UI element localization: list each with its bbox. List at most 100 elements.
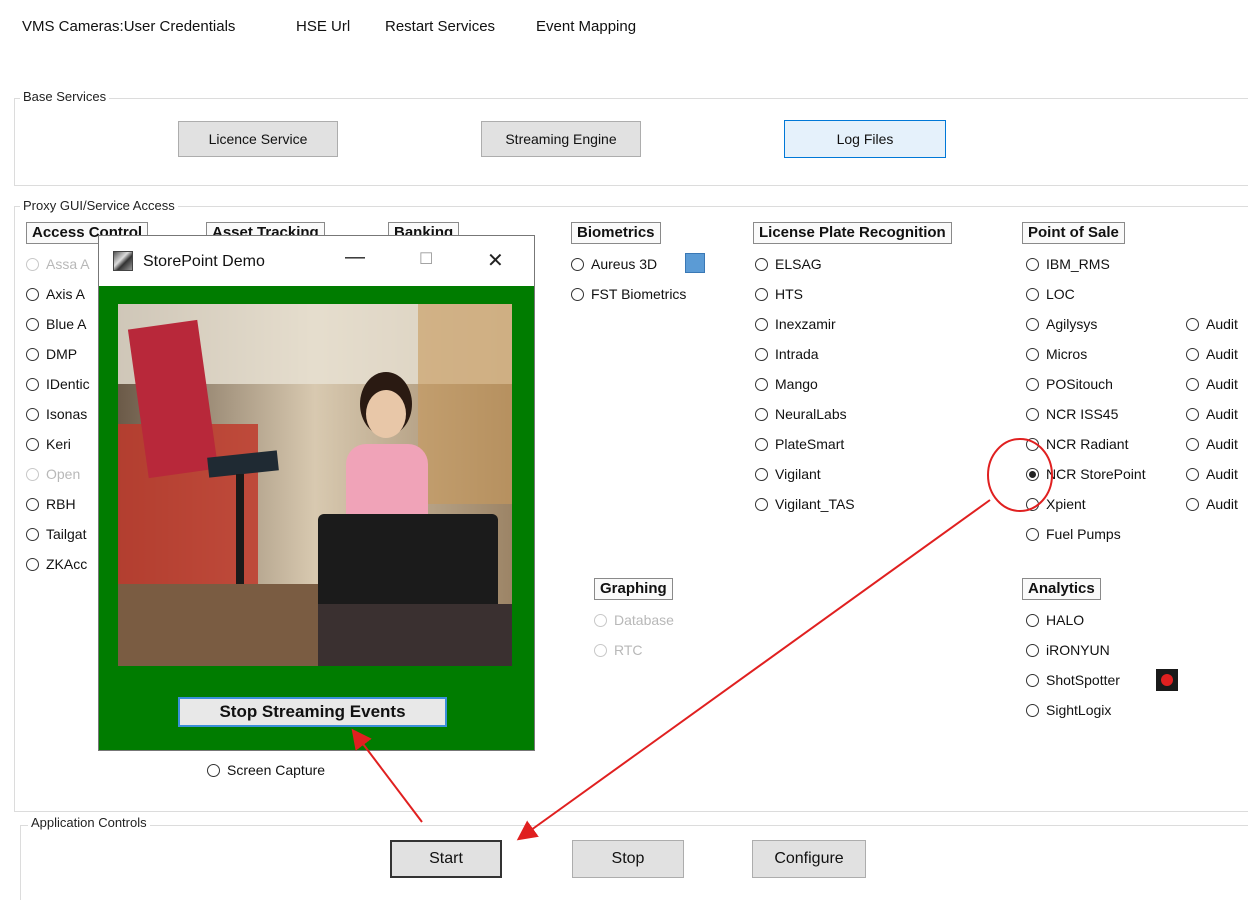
licence-service-button[interactable]: Licence Service	[178, 121, 338, 157]
lpr-header: License Plate Recognition	[753, 222, 952, 244]
radio-label: Audit	[1206, 406, 1238, 422]
radio-label: Tailgat	[46, 526, 87, 542]
radio-audit-2[interactable]: Audit	[1186, 344, 1238, 364]
radio-ncr-storepoint[interactable]: NCR StorePoint	[1026, 464, 1146, 484]
close-icon[interactable]: ✕	[487, 248, 504, 273]
radio-ncr-radiant[interactable]: NCR Radiant	[1026, 434, 1128, 454]
radio-hts[interactable]: HTS	[755, 284, 803, 304]
radio-audit-7[interactable]: Audit	[1186, 494, 1238, 514]
radio-neurallabs[interactable]: NeuralLabs	[755, 404, 847, 424]
analytics-header: Analytics	[1022, 578, 1101, 600]
radio-label: POSitouch	[1046, 376, 1113, 392]
radio-rbh[interactable]: RBH	[26, 494, 76, 514]
stop-streaming-events-button[interactable]: Stop Streaming Events	[178, 697, 447, 727]
radio-dot	[1026, 497, 1039, 511]
radio-mango[interactable]: Mango	[755, 374, 818, 394]
radio-vigilant-tas[interactable]: Vigilant_TAS	[755, 494, 855, 514]
radio-dot	[1186, 467, 1199, 481]
radio-aureus-3d[interactable]: Aureus 3D	[571, 254, 657, 274]
radio-label: Audit	[1206, 316, 1238, 332]
radio-label: NCR ISS45	[1046, 406, 1119, 422]
radio-label: Assa A	[46, 256, 90, 272]
radio-audit-3[interactable]: Audit	[1186, 374, 1238, 394]
radio-positouch[interactable]: POSitouch	[1026, 374, 1113, 394]
configure-button[interactable]: Configure	[752, 840, 866, 878]
radio-screen-capture[interactable]: Screen Capture	[207, 760, 325, 780]
radio-xpient[interactable]: Xpient	[1026, 494, 1086, 514]
radio-vigilant[interactable]: Vigilant	[755, 464, 821, 484]
radio-database[interactable]: Database	[594, 610, 674, 630]
radio-intrada[interactable]: Intrada	[755, 344, 819, 364]
radio-dot	[26, 497, 39, 511]
radio-dot	[1026, 613, 1039, 627]
start-button[interactable]: Start	[390, 840, 502, 878]
radio-label: Mango	[775, 376, 818, 392]
radio-inexzamir[interactable]: Inexzamir	[755, 314, 836, 334]
radio-ncr-iss45[interactable]: NCR ISS45	[1026, 404, 1118, 424]
stop-button[interactable]: Stop	[572, 840, 684, 878]
radio-dot	[1026, 467, 1039, 481]
camera-frame-image	[118, 304, 512, 666]
radio-rtc[interactable]: RTC	[594, 640, 643, 660]
radio-label: Screen Capture	[227, 762, 326, 778]
radio-sightlogix[interactable]: SightLogix	[1026, 700, 1111, 720]
minimize-icon[interactable]: —	[345, 246, 365, 269]
radio-audit-1[interactable]: Audit	[1186, 314, 1238, 334]
radio-label: Xpient	[1046, 496, 1086, 512]
radio-dot	[1186, 497, 1199, 511]
radio-identic[interactable]: IDentic	[26, 374, 90, 394]
radio-dmp[interactable]: DMP	[26, 344, 77, 364]
radio-keri[interactable]: Keri	[26, 434, 71, 454]
radio-elsag[interactable]: ELSAG	[755, 254, 822, 274]
radio-label: ZKAcc	[46, 556, 88, 572]
radio-isonas[interactable]: Isonas	[26, 404, 87, 424]
radio-agilysys[interactable]: Agilysys	[1026, 314, 1097, 334]
radio-ibm-rms[interactable]: IBM_RMS	[1026, 254, 1110, 274]
radio-axis[interactable]: Axis A	[26, 284, 85, 304]
radio-label: Aureus 3D	[591, 256, 658, 272]
radio-label: Audit	[1206, 436, 1238, 452]
radio-dot	[571, 287, 584, 301]
radio-dot	[755, 377, 768, 391]
menu-hse-url[interactable]: HSE Url	[296, 18, 350, 35]
radio-label: Open	[46, 466, 81, 482]
radio-zkacc[interactable]: ZKAcc	[26, 554, 87, 574]
radio-dot	[1026, 257, 1039, 271]
radio-dot	[594, 643, 607, 657]
menu-vms-cameras[interactable]: VMS Cameras:User Credentials	[22, 18, 235, 35]
radio-blue[interactable]: Blue A	[26, 314, 86, 334]
radio-halo[interactable]: HALO	[1026, 610, 1084, 630]
radio-dot	[1186, 347, 1199, 361]
radio-dot	[1026, 703, 1039, 717]
radio-audit-6[interactable]: Audit	[1186, 464, 1238, 484]
radio-ironyun[interactable]: iRONYUN	[1026, 640, 1110, 660]
radio-open[interactable]: Open	[26, 464, 80, 484]
radio-micros[interactable]: Micros	[1026, 344, 1087, 364]
log-files-button[interactable]: Log Files	[784, 120, 946, 158]
radio-dot	[26, 287, 39, 301]
radio-dot	[1026, 317, 1039, 331]
radio-shotspotter[interactable]: ShotSpotter	[1026, 670, 1120, 690]
radio-audit-4[interactable]: Audit	[1186, 404, 1238, 424]
radio-label: Audit	[1206, 466, 1238, 482]
radio-dot	[26, 377, 39, 391]
radio-dot	[1026, 643, 1039, 657]
camera-video-feed	[118, 304, 512, 666]
radio-label: Isonas	[46, 406, 88, 422]
radio-assa[interactable]: Assa A	[26, 254, 90, 274]
radio-platesmart[interactable]: PlateSmart	[755, 434, 844, 454]
radio-fuel-pumps[interactable]: Fuel Pumps	[1026, 524, 1121, 544]
app-controls-label: Application Controls	[28, 815, 150, 830]
storepoint-demo-window: StorePoint Demo — ☐ ✕ Stop Streaming Eve…	[98, 235, 535, 751]
radio-label: ELSAG	[775, 256, 822, 272]
radio-audit-5[interactable]: Audit	[1186, 434, 1238, 454]
radio-label: LOC	[1046, 286, 1075, 302]
radio-loc[interactable]: LOC	[1026, 284, 1075, 304]
radio-fst-biometrics[interactable]: FST Biometrics	[571, 284, 686, 304]
radio-tailgat[interactable]: Tailgat	[26, 524, 86, 544]
menu-event-mapping[interactable]: Event Mapping	[536, 18, 636, 35]
maximize-icon[interactable]: ☐	[419, 249, 433, 269]
radio-label: Vigilant_TAS	[775, 496, 855, 512]
streaming-engine-button[interactable]: Streaming Engine	[481, 121, 641, 157]
menu-restart-services[interactable]: Restart Services	[385, 18, 495, 35]
